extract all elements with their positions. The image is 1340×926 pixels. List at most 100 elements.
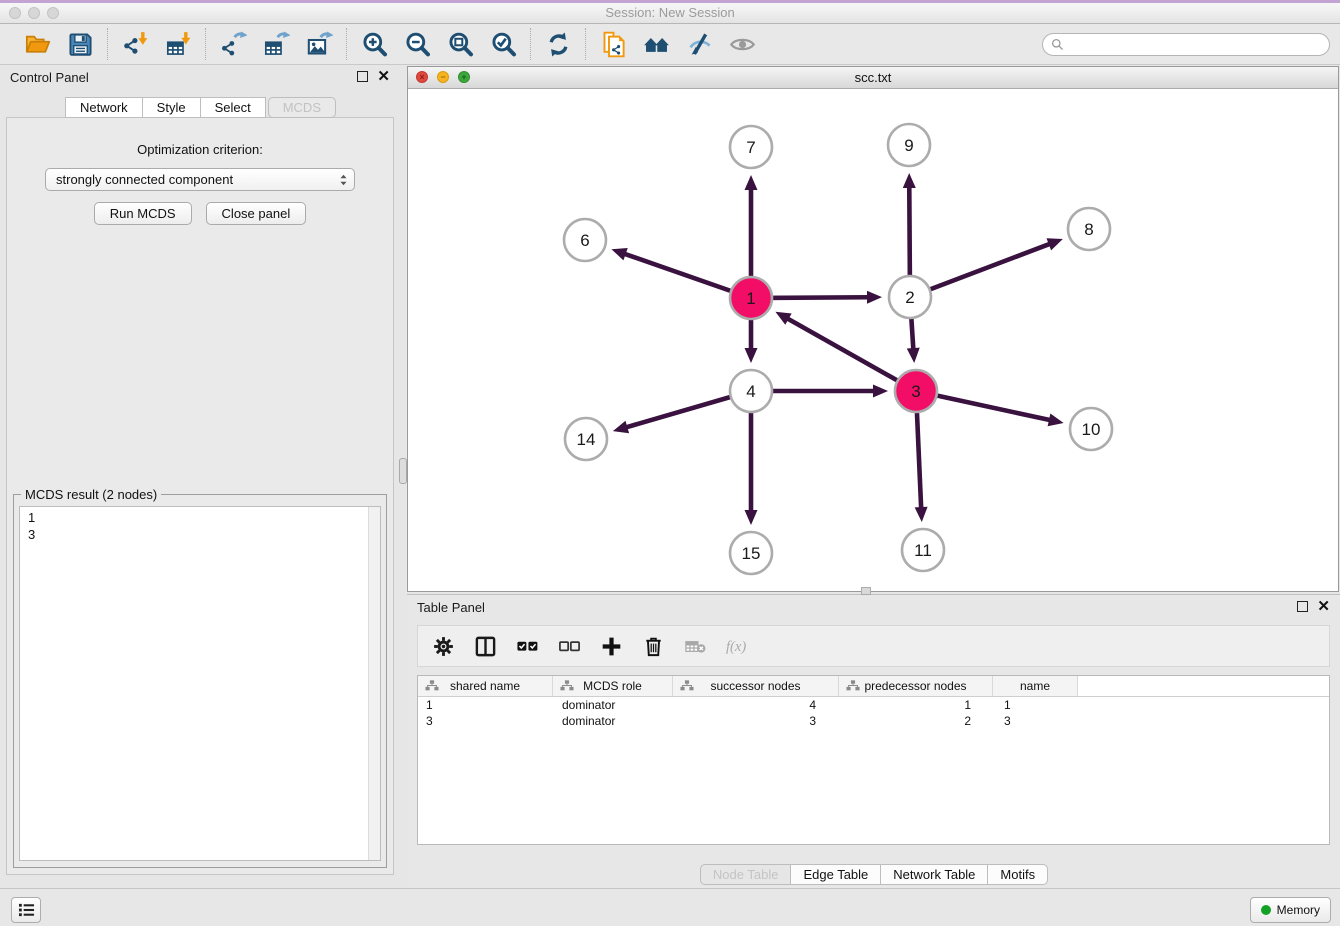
optimization-value: strongly connected component [56,172,233,187]
graph-node-label: 6 [580,231,589,250]
column-tree-icon [560,680,574,691]
table-cell[interactable]: dominator [553,698,673,712]
table-cell[interactable]: 1 [839,698,993,712]
network-canvas[interactable]: 7968124314101511 [408,89,1338,591]
open-session-icon[interactable] [23,30,51,58]
graph-node-label: 8 [1084,220,1093,239]
svg-text:f(x): f(x) [726,639,746,655]
graph-node-label: 11 [914,541,932,560]
column-header-predecessor-nodes[interactable]: predecessor nodes [839,676,993,696]
table-cell[interactable]: 1 [418,698,553,712]
column-header-label: MCDS role [583,679,642,693]
result-scrollbar[interactable] [368,507,380,860]
header-filler [1078,676,1329,696]
run-mcds-button[interactable]: Run MCDS [94,202,192,225]
network-frame-title: scc.txt [855,70,892,85]
search-input[interactable] [1069,36,1321,53]
optimization-label: Optimization criterion: [7,142,393,157]
graph-node-label: 10 [1082,420,1101,439]
show-column-panel-icon[interactable] [474,635,497,658]
tab-style[interactable]: Style [142,97,201,118]
tab-mcds[interactable]: MCDS [268,97,336,118]
add-column-icon[interactable] [600,635,623,658]
close-panel-icon[interactable]: ✕ [377,71,390,82]
table-cell[interactable]: 3 [673,714,839,728]
table-cell[interactable]: 3 [418,714,553,728]
mcds-panel: Optimization criterion: strongly connect… [6,117,394,875]
close-panel-button[interactable]: Close panel [206,202,307,225]
tab-select[interactable]: Select [200,97,266,118]
import-network-icon[interactable] [121,30,149,58]
app-titlebar: Session: New Session [0,3,1340,24]
settings-gear-icon[interactable] [432,635,455,658]
graph-edge-2-8[interactable] [910,244,1051,297]
network-view-frame: × − + scc.txt 7968124314101511 [407,66,1339,592]
graph-node-label: 14 [577,430,596,449]
column-header-MCDS-role[interactable]: MCDS role [553,676,673,696]
zoom-in-icon[interactable] [360,30,388,58]
new-network-from-file-icon[interactable] [599,30,627,58]
close-table-panel-icon[interactable]: ✕ [1317,601,1330,612]
horizontal-splitter-handle[interactable] [861,587,871,595]
function-builder-icon: f(x) [726,635,749,658]
tab-network-table[interactable]: Network Table [880,864,988,885]
graph-edge-arrowhead [1048,414,1064,427]
zoom-fit-icon[interactable] [446,30,474,58]
hide-graphics-details-icon[interactable] [685,30,713,58]
column-header-shared-name[interactable]: shared name [418,676,553,696]
save-session-icon[interactable] [66,30,94,58]
frame-minimize-icon[interactable]: − [437,71,449,83]
graph-edge-arrowhead [903,173,916,188]
float-table-panel-icon[interactable] [1297,601,1308,612]
search-box[interactable] [1042,33,1330,56]
mcds-result-list[interactable]: 1 3 [19,506,381,861]
table-cell[interactable]: 4 [673,698,839,712]
graph-edge-arrowhead [1046,238,1062,250]
table-tabs: Node TableEdge TableNetwork TableMotifs [407,864,1340,885]
export-table-icon[interactable] [262,30,290,58]
table-cell[interactable]: 1 [993,698,1078,712]
float-panel-icon[interactable] [357,71,368,82]
unselect-all-checkboxes-icon[interactable] [558,635,581,658]
export-image-icon[interactable] [305,30,333,58]
table-panel: Table Panel ✕ f(x) shared nameMCDS roles… [407,594,1340,888]
table-cell[interactable]: 3 [993,714,1078,728]
table-row[interactable]: 3dominator323 [418,713,1329,729]
refresh-icon[interactable] [544,30,572,58]
graph-edge-arrowhead [907,348,920,363]
column-header-label: predecessor nodes [864,679,966,693]
home-icon[interactable] [642,30,670,58]
search-icon [1051,38,1064,51]
column-header-name[interactable]: name [993,676,1078,696]
tab-node-table[interactable]: Node Table [700,864,792,885]
table-row[interactable]: 1dominator411 [418,697,1329,713]
mcds-result-title: MCDS result (2 nodes) [21,487,161,502]
table-cell[interactable]: dominator [553,714,673,728]
table-header-row: shared name MCDS role successor nodes prede… [418,676,1329,697]
network-frame-titlebar[interactable]: × − + scc.txt [408,67,1338,89]
main-toolbar [0,24,1340,65]
memory-button[interactable]: Memory [1250,897,1331,923]
import-table-icon[interactable] [164,30,192,58]
frame-maximize-icon[interactable]: + [458,71,470,83]
optimization-select[interactable]: strongly connected component [45,168,355,191]
graph-edge-arrowhead [745,348,758,363]
zoom-out-icon[interactable] [403,30,431,58]
graph-node-label: 1 [746,289,755,308]
column-tree-icon [680,680,694,691]
tab-edge-table[interactable]: Edge Table [790,864,881,885]
delete-column-icon[interactable] [642,635,665,658]
tab-network[interactable]: Network [65,97,143,118]
graph-node-label: 15 [742,544,761,563]
column-header-successor-nodes[interactable]: successor nodes [673,676,839,696]
tab-motifs[interactable]: Motifs [987,864,1048,885]
task-history-button[interactable] [11,897,41,923]
list-icon [18,902,35,918]
vertical-splitter-handle[interactable] [399,458,407,484]
export-network-icon[interactable] [219,30,247,58]
table-cell[interactable]: 2 [839,714,993,728]
zoom-selected-icon[interactable] [489,30,517,58]
select-all-checkboxes-icon[interactable] [516,635,539,658]
frame-close-icon[interactable]: × [416,71,428,83]
column-tree-icon [425,680,439,691]
